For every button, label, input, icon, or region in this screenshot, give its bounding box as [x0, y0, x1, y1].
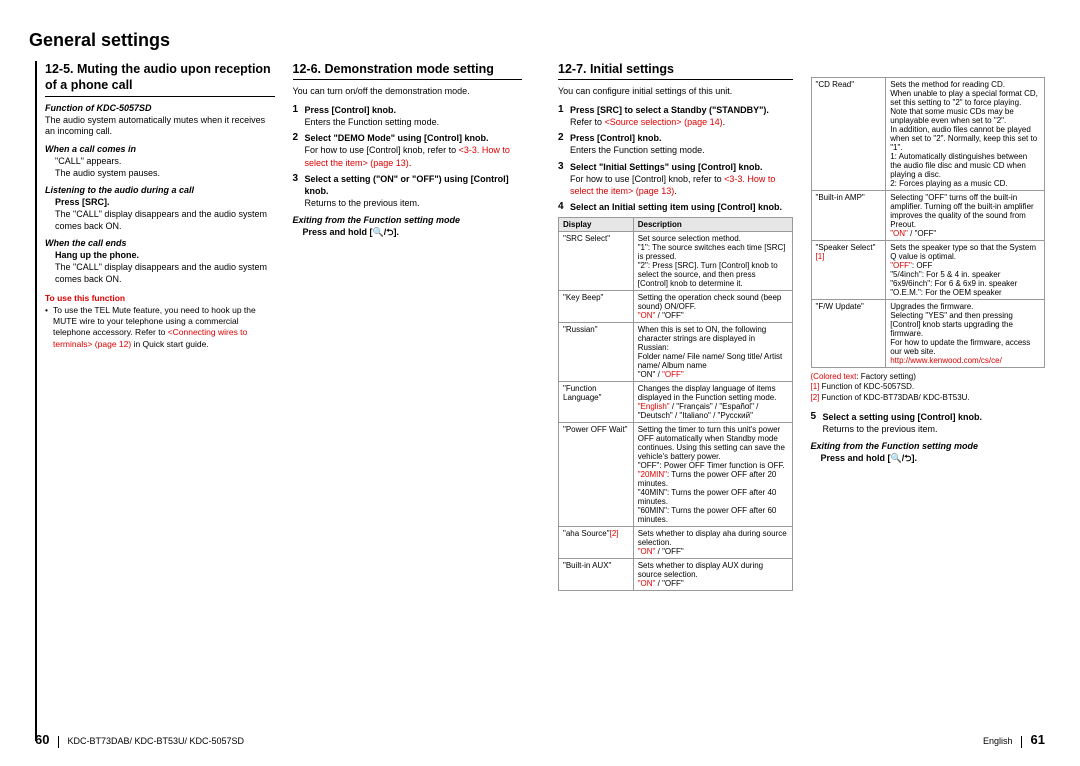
function-of-label: Function of KDC-5057SD — [45, 103, 275, 113]
to-use-function-header: To use this function — [45, 293, 275, 303]
column-12-7-right: "CD Read"Sets the method for reading CD.… — [811, 61, 1046, 741]
table-row: "Key Beep"Setting the operation check so… — [559, 291, 793, 323]
step-2: 2 Select "DEMO Mode" using [Control] kno… — [293, 132, 523, 168]
note-bullet: To use the TEL Mute feature, you need to… — [45, 305, 275, 349]
right-footer: English 61 — [983, 732, 1045, 748]
intro-12-5: The audio system automatically mutes whe… — [45, 115, 275, 138]
listening-during-call-heading: Listening to the audio during a call — [45, 185, 275, 195]
table-row: "aha Source"[2]Sets whether to display a… — [559, 527, 793, 559]
table-header-display: Display — [559, 218, 634, 232]
intro-12-7: You can configure initial settings of th… — [558, 86, 793, 98]
table-row: "Power OFF Wait"Setting the timer to tur… — [559, 423, 793, 527]
step-2: 2 Press [Control] knob. Enters the Funct… — [558, 132, 793, 156]
table-row: "Function Language"Changes the display l… — [559, 382, 793, 423]
listening-body: Press [SRC]. The "CALL" display disappea… — [45, 197, 275, 232]
left-footer: 60 KDC-BT73DAB/ KDC-BT53U/ KDC-5057SD — [35, 732, 244, 748]
step-4: 4 Select an Initial setting item using [… — [558, 201, 793, 213]
page-spread: 12-5. Muting the audio upon reception of… — [35, 61, 1045, 741]
when-call-comes-in-heading: When a call comes in — [45, 144, 275, 154]
left-page: 12-5. Muting the audio upon reception of… — [35, 61, 540, 741]
initial-settings-table-1: Display Description "SRC Select"Set sour… — [558, 217, 793, 591]
step-1: 1 Press [Control] knob. Enters the Funct… — [293, 104, 523, 128]
step-3: 3 Select "Initial Settings" using [Contr… — [558, 161, 793, 197]
exit-heading-127: Exiting from the Function setting mode — [811, 441, 1046, 451]
call-appears-text: "CALL" appears. The audio system pauses. — [45, 156, 275, 179]
search-icon: 🔍 — [891, 453, 902, 463]
page-footer: 60 KDC-BT73DAB/ KDC-BT53U/ KDC-5057SD En… — [35, 732, 1045, 748]
table-row: "Built-in AUX"Sets whether to display AU… — [559, 559, 793, 591]
when-call-ends-heading: When the call ends — [45, 238, 275, 248]
exit-body-127: Press and hold [🔍/⮌]. — [811, 453, 1046, 465]
table-row: "Built-in AMP"Selecting "OFF" turns off … — [811, 191, 1045, 241]
exit-body-126: Press and hold [🔍/⮌]. — [293, 227, 523, 239]
step-1: 1 Press [SRC] to select a Standby ("STAN… — [558, 104, 793, 128]
footnotes: (Colored text: Factory setting) [1] [1] … — [811, 372, 1046, 403]
when-end-body: Hang up the phone. The "CALL" display di… — [45, 250, 275, 285]
intro-12-6: You can turn on/off the demonstration mo… — [293, 86, 523, 98]
table-row: "Speaker Select"[1]Sets the speaker type… — [811, 241, 1045, 300]
search-icon: 🔍 — [373, 227, 384, 237]
step-3: 3 Select a setting ("ON" or "OFF") using… — [293, 173, 523, 209]
section-12-7-title: 12-7. Initial settings — [558, 61, 793, 80]
table-header-desc: Description — [633, 218, 792, 232]
column-12-5: 12-5. Muting the audio upon reception of… — [45, 61, 275, 741]
table-row: "F/W Update"Upgrades the firmware.Select… — [811, 300, 1045, 368]
page-title: General settings — [29, 30, 1045, 51]
table-row: "Russian"When this is set to ON, the fol… — [559, 323, 793, 382]
step-5: 5 Select a setting using [Control] knob.… — [811, 411, 1046, 435]
column-12-7-left: 12-7. Initial settings You can configure… — [558, 61, 793, 741]
initial-settings-table-2: "CD Read"Sets the method for reading CD.… — [811, 77, 1046, 368]
return-icon: ⮌ — [904, 453, 911, 463]
column-12-6: 12-6. Demonstration mode setting You can… — [293, 61, 523, 741]
exit-heading-126: Exiting from the Function setting mode — [293, 215, 523, 225]
return-icon: ⮌ — [386, 227, 393, 237]
section-12-5-title: 12-5. Muting the audio upon reception of… — [45, 61, 275, 97]
section-12-6-title: 12-6. Demonstration mode setting — [293, 61, 523, 80]
table-row: "CD Read"Sets the method for reading CD.… — [811, 78, 1045, 191]
table-row: "SRC Select"Set source selection method.… — [559, 232, 793, 291]
right-page: 12-7. Initial settings You can configure… — [540, 61, 1045, 741]
